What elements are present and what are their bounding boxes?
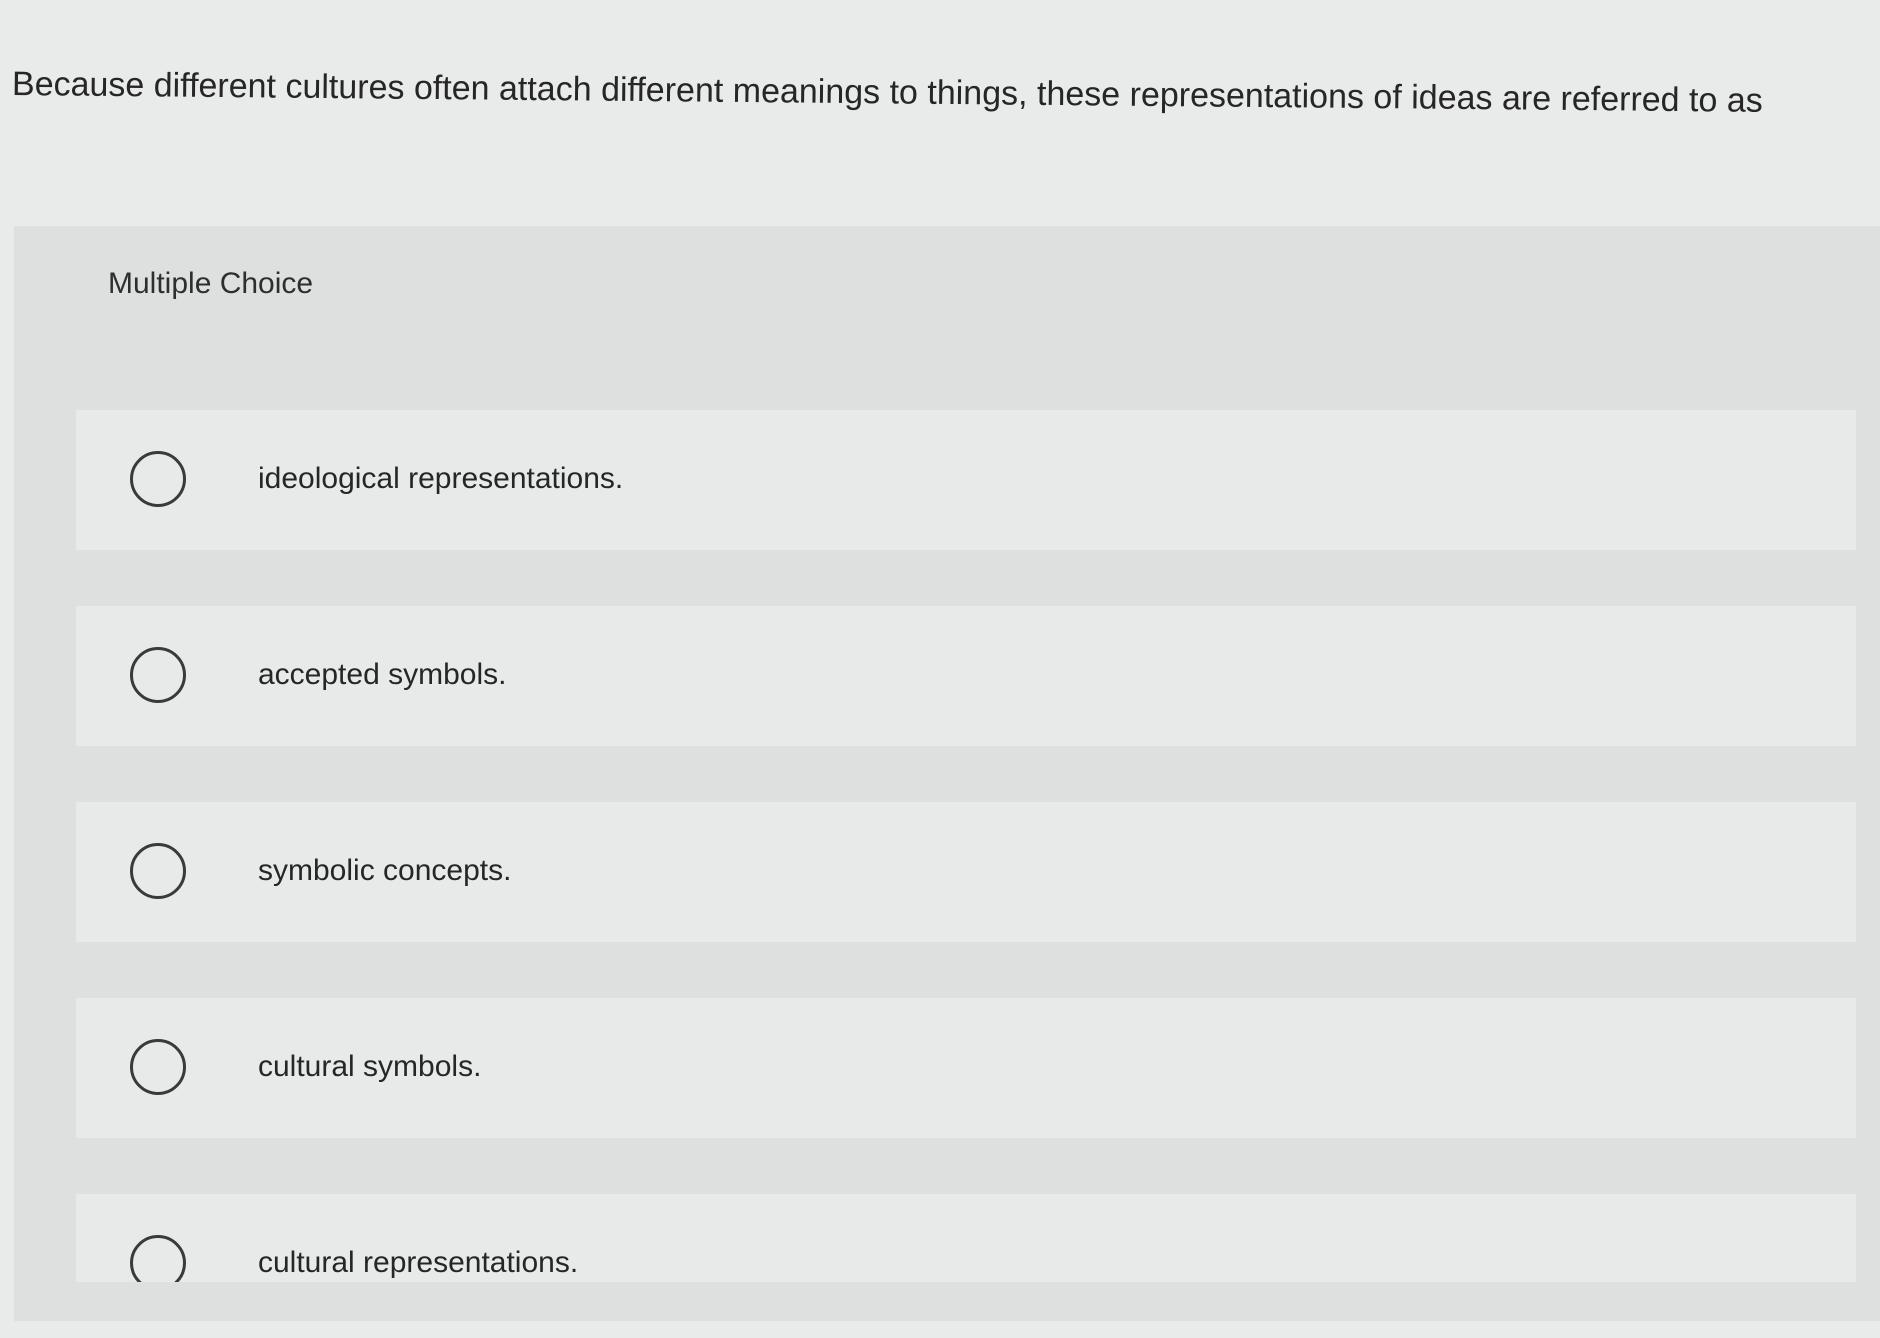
answer-option-5[interactable]: cultural representations. bbox=[76, 1194, 1856, 1282]
answer-option-label: cultural symbols. bbox=[258, 1050, 482, 1083]
question-type-label: Multiple Choice bbox=[108, 267, 314, 300]
answer-option-label: accepted symbols. bbox=[258, 658, 507, 691]
radio-button-icon[interactable] bbox=[130, 451, 186, 507]
radio-button-icon[interactable] bbox=[130, 647, 186, 703]
answer-options-list: ideological representations. accepted sy… bbox=[76, 410, 1856, 1338]
answer-option-label: cultural representations. bbox=[258, 1246, 579, 1279]
answer-option-2[interactable]: accepted symbols. bbox=[76, 606, 1856, 746]
answer-option-4[interactable]: cultural symbols. bbox=[76, 998, 1856, 1138]
answer-option-3[interactable]: symbolic concepts. bbox=[76, 802, 1856, 942]
answer-option-label: ideological representations. bbox=[258, 462, 624, 495]
multiple-choice-panel: Multiple Choice ideological representati… bbox=[14, 226, 1880, 1321]
question-text: Because different cultures often attach … bbox=[11, 65, 1763, 120]
answer-option-label: symbolic concepts. bbox=[258, 854, 512, 887]
radio-button-icon[interactable] bbox=[130, 843, 186, 899]
radio-button-icon[interactable] bbox=[130, 1235, 186, 1282]
answer-option-1[interactable]: ideological representations. bbox=[76, 410, 1856, 550]
radio-button-icon[interactable] bbox=[130, 1039, 186, 1095]
